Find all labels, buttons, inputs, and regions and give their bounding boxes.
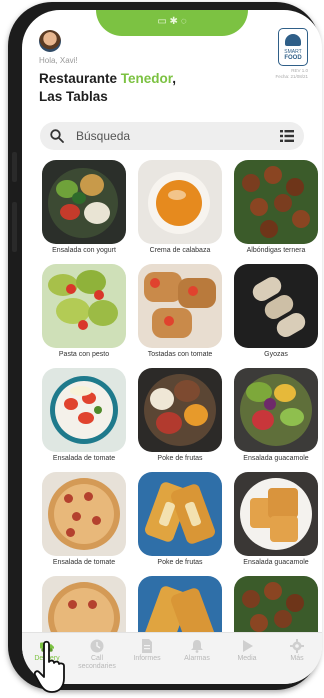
play-icon: [243, 640, 253, 652]
tab-label: Informes: [133, 655, 161, 662]
dish-label: Ensalada con yogurt: [52, 247, 116, 254]
tab-informes[interactable]: Informes: [124, 639, 170, 663]
tab-call-secondaries[interactable]: Call secondaries: [74, 639, 120, 671]
soup-bowl-image: [138, 160, 222, 244]
dish-tile[interactable]: Ensalada guacamole: [234, 368, 318, 462]
tab-alarmas[interactable]: Alarmas: [174, 639, 220, 663]
search-bar[interactable]: Búsqueda: [40, 122, 304, 150]
toast-image: [138, 264, 222, 348]
chef-hat-icon: [285, 34, 301, 46]
gear-icon: [290, 639, 304, 653]
smartfood-logo: SMART FOOD: [278, 28, 308, 66]
clock-icon: [90, 639, 104, 653]
bell-icon: [191, 640, 203, 653]
dish-tile[interactable]: Poke de frutas: [138, 472, 222, 566]
dish-tile[interactable]: Poke de frutas: [138, 368, 222, 462]
dish-tile[interactable]: Ensalada guacamole: [234, 472, 318, 566]
tomato-salad-image: [42, 368, 126, 452]
logo-line2: FOOD: [284, 55, 302, 61]
phone-frame: ▭ ✱ ◌ Hola, Xavi! Restaurante Tenedor, L…: [8, 2, 322, 690]
dish-label: Tostadas con tomate: [147, 351, 213, 358]
document-icon: [142, 639, 152, 653]
search-input[interactable]: Búsqueda: [76, 129, 280, 143]
version-info: REV 1.0 Fecha: 21/08/21: [275, 68, 308, 80]
guacamole-salad-image: [234, 368, 318, 452]
dish-label: Pasta con pesto: [58, 351, 110, 358]
dish-tile[interactable]: Crema de calabaza: [138, 160, 222, 254]
poke-bowl-image: [138, 368, 222, 452]
hand-pointer-icon: [34, 640, 65, 693]
app-screen: ▭ ✱ ◌ Hola, Xavi! Restaurante Tenedor, L…: [22, 10, 322, 684]
title-suffix: ,: [172, 71, 177, 86]
title-accent: Tenedor: [120, 71, 173, 86]
search-icon: [50, 129, 64, 143]
dish-label: Poke de frutas: [157, 455, 203, 462]
dish-tile[interactable]: Ensalada con yogurt: [42, 160, 126, 254]
page-title: Restaurante Tenedor, Las Tablas: [39, 70, 239, 106]
sandwich-image: [138, 472, 222, 556]
pasta-image: [42, 264, 126, 348]
date-text: Fecha: 21/08/21: [275, 74, 308, 79]
tab-label: Alarmas: [184, 655, 210, 662]
dish-label: Ensalada guacamole: [243, 559, 309, 566]
dish-tile[interactable]: Pasta con pesto: [42, 264, 126, 358]
tab-mas[interactable]: Más: [274, 639, 320, 663]
dumplings-image: [234, 264, 318, 348]
tab-label: Media: [237, 655, 257, 662]
phone-volume-button: [12, 152, 17, 182]
dish-tile[interactable]: Ensalada de tomate: [42, 472, 126, 566]
dish-label: Ensalada de tomate: [52, 455, 116, 462]
dish-label: Crema de calabaza: [149, 247, 211, 254]
dish-label: Poke de frutas: [157, 559, 203, 566]
dish-tile[interactable]: Tostadas con tomate: [138, 264, 222, 358]
avatar[interactable]: [39, 30, 61, 52]
tab-label: Call secondaries: [78, 655, 116, 670]
greeting: Hola, Xavi!: [39, 56, 78, 65]
salad-bowl-image: [42, 160, 126, 244]
title-prefix: Restaurante: [39, 71, 121, 86]
title-line2: Las Tablas: [39, 89, 108, 104]
tab-media[interactable]: Media: [224, 639, 270, 663]
list-view-icon[interactable]: [280, 130, 294, 142]
tab-label: Más: [290, 655, 304, 662]
status-notch: ▭ ✱ ◌: [96, 10, 248, 36]
dish-tile[interactable]: Ensalada de tomate: [42, 368, 126, 462]
meatballs-image: [234, 160, 318, 244]
waffles-image: [234, 472, 318, 556]
dish-tile[interactable]: Gyozas: [234, 264, 318, 358]
dish-tile[interactable]: Albóndigas ternera: [234, 160, 318, 254]
bottom-tab-bar: Delivery Call secondaries Informes: [22, 632, 322, 684]
status-icons: ▭ ✱ ◌: [157, 15, 187, 27]
dish-label: Gyozas: [264, 351, 288, 358]
phone-side-button: [12, 202, 17, 252]
dish-label: Ensalada de tomate: [52, 559, 116, 566]
dish-label: Albóndigas ternera: [246, 247, 306, 254]
pizza-image: [42, 472, 126, 556]
dish-label: Ensalada guacamole: [243, 455, 309, 462]
